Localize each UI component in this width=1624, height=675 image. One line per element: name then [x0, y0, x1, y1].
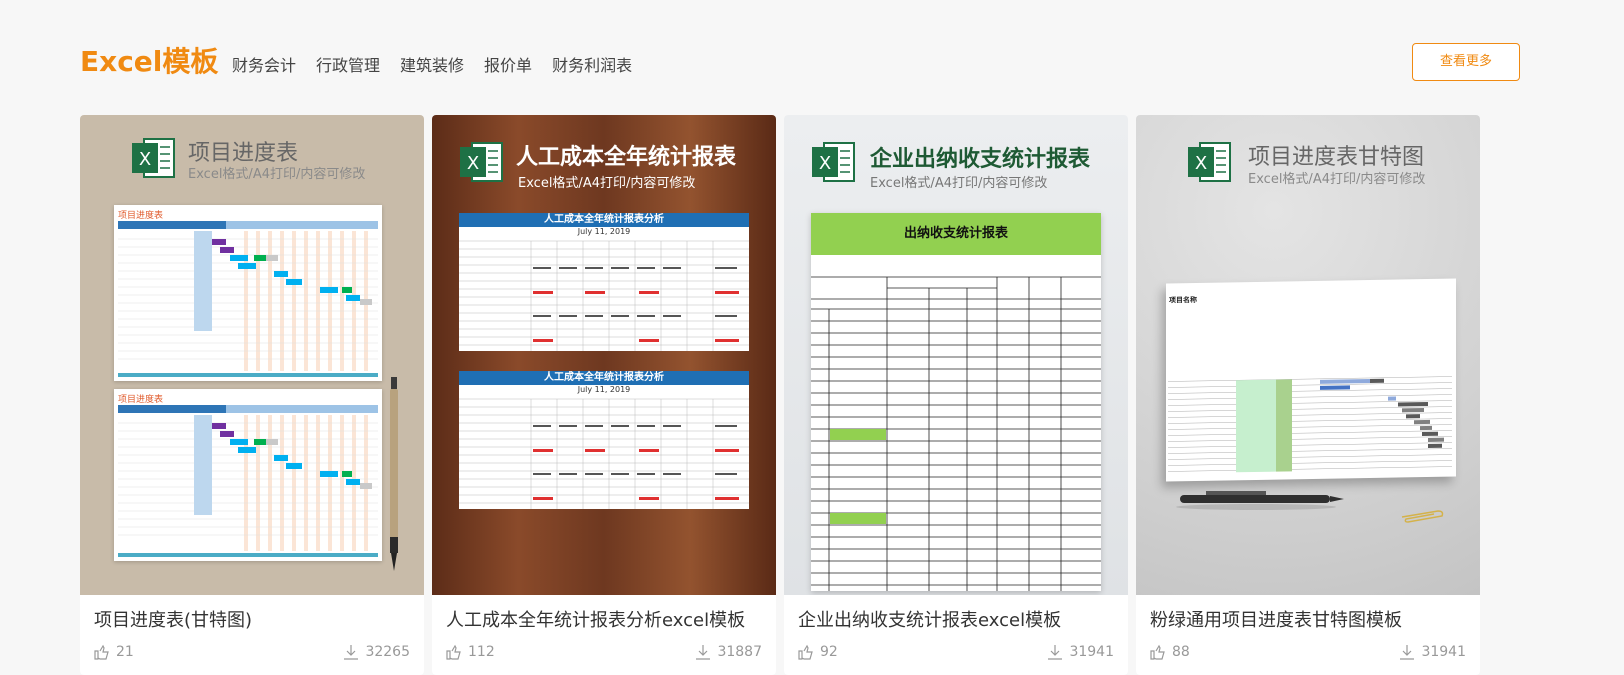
category-link[interactable]: 建筑装修 — [400, 52, 464, 76]
download-icon — [1400, 645, 1415, 660]
sheet-title: 出纳收支统计报表 — [811, 213, 1101, 255]
template-grid: X 项目进度表 Excel格式/A4打印/内容可修改 项目进度表 项目进度表 项… — [80, 115, 1520, 675]
excel-icon: X — [1188, 142, 1231, 182]
sheet-preview: 项目名称 — [1166, 278, 1456, 482]
sheet-preview: 项目进度表 — [114, 389, 382, 561]
template-card[interactable]: X 项目进度表甘特图 Excel格式/A4打印/内容可修改 项目名称 粉绿通用项… — [1136, 115, 1480, 675]
like-button[interactable]: 88 — [1150, 644, 1190, 660]
table-grid — [459, 240, 749, 351]
category-link[interactable]: 财务利润表 — [552, 52, 632, 76]
sheet-preview: 项目进度表 — [114, 205, 382, 381]
thumbs-up-icon — [94, 644, 109, 660]
template-meta: 21 32265 — [94, 644, 410, 664]
download-button[interactable]: 31941 — [1047, 644, 1114, 660]
template-meta: 88 31941 — [1150, 644, 1466, 664]
download-count: 32265 — [365, 644, 410, 660]
download-count: 31887 — [717, 644, 762, 660]
thumbnail-subtitle: Excel格式/A4打印/内容可修改 — [188, 167, 366, 182]
like-button[interactable]: 21 — [94, 644, 134, 660]
download-button[interactable]: 32265 — [343, 644, 410, 660]
section-title[interactable]: Excel模板 — [80, 40, 218, 80]
sheet-date: July 11, 2019 — [577, 385, 631, 394]
template-title[interactable]: 粉绿通用项目进度表甘特图模板 — [1150, 606, 1402, 632]
sheet-title: 人工成本全年统计报表分析 — [459, 371, 749, 385]
thumbnail-title: 企业出纳收支统计报表 — [870, 147, 1091, 172]
thumbnail-title: 项目进度表甘特图 — [1248, 145, 1425, 170]
table-grid — [459, 398, 749, 509]
category-link[interactable]: 报价单 — [484, 52, 532, 76]
template-meta: 112 31887 — [446, 644, 762, 664]
template-card[interactable]: X 企业出纳收支统计报表 Excel格式/A4打印/内容可修改 出纳收支统计报表 — [784, 115, 1128, 675]
template-card[interactable]: X 人工成本全年统计报表 Excel格式/A4打印/内容可修改 人工成本全年统计… — [432, 115, 776, 675]
category-link[interactable]: 行政管理 — [316, 52, 380, 76]
template-thumbnail[interactable]: X 项目进度表甘特图 Excel格式/A4打印/内容可修改 项目名称 — [1136, 115, 1480, 595]
sheet-preview: 人工成本全年统计报表分析 July 11, 2019 — [459, 371, 749, 509]
template-thumbnail[interactable]: X 人工成本全年统计报表 Excel格式/A4打印/内容可修改 人工成本全年统计… — [432, 115, 776, 595]
like-count: 88 — [1172, 644, 1190, 660]
category-link[interactable]: 财务会计 — [232, 52, 296, 76]
svg-text:X: X — [139, 149, 151, 170]
template-card[interactable]: X 项目进度表 Excel格式/A4打印/内容可修改 项目进度表 项目进度表 项… — [80, 115, 424, 675]
gantt-chart-preview — [118, 221, 378, 377]
download-count: 31941 — [1421, 644, 1466, 660]
sheet-preview: 出纳收支统计报表 — [811, 213, 1101, 591]
download-icon — [344, 645, 359, 660]
section-header: Excel模板 财务会计 行政管理 建筑装修 报价单 财务利润表 查看更多 — [80, 40, 1520, 84]
excel-icon: X — [812, 142, 855, 182]
download-icon — [1048, 645, 1063, 660]
template-thumbnail[interactable]: X 项目进度表 Excel格式/A4打印/内容可修改 项目进度表 项目进度表 — [80, 115, 424, 595]
paperclip-illustration — [1401, 510, 1444, 523]
template-title[interactable]: 企业出纳收支统计报表excel模板 — [798, 606, 1061, 632]
thumbnail-subtitle: Excel格式/A4打印/内容可修改 — [518, 176, 696, 191]
template-thumbnail[interactable]: X 企业出纳收支统计报表 Excel格式/A4打印/内容可修改 出纳收支统计报表 — [784, 115, 1128, 595]
download-count: 31941 — [1069, 644, 1114, 660]
thumbnail-title: 人工成本全年统计报表 — [516, 145, 737, 170]
template-title[interactable]: 人工成本全年统计报表分析excel模板 — [446, 606, 745, 632]
like-button[interactable]: 92 — [798, 644, 838, 660]
download-button[interactable]: 31887 — [695, 644, 762, 660]
thumbnail-subtitle: Excel格式/A4打印/内容可修改 — [870, 176, 1048, 191]
excel-icon: X — [132, 138, 175, 178]
view-more-button[interactable]: 查看更多 — [1412, 43, 1520, 81]
sheet-date: July 11, 2019 — [577, 227, 631, 236]
thumbs-up-icon — [798, 644, 813, 660]
like-count: 21 — [116, 644, 134, 660]
pen-illustration — [390, 377, 398, 571]
thumbs-up-icon — [446, 644, 461, 660]
download-button[interactable]: 31941 — [1399, 644, 1466, 660]
download-icon — [696, 645, 711, 660]
pen-illustration — [1176, 491, 1344, 510]
sheet-preview: 人工成本全年统计报表分析 July 11, 2019 — [459, 213, 749, 351]
template-title[interactable]: 项目进度表(甘特图) — [94, 606, 252, 632]
thumbnail-subtitle: Excel格式/A4打印/内容可修改 — [1248, 172, 1426, 187]
like-button[interactable]: 112 — [446, 644, 495, 660]
svg-text:X: X — [1195, 153, 1207, 174]
sheet-title: 人工成本全年统计报表分析 — [459, 213, 749, 227]
like-count: 112 — [468, 644, 495, 660]
table-grid — [811, 276, 1101, 591]
category-nav: 财务会计 行政管理 建筑装修 报价单 财务利润表 — [232, 52, 632, 76]
thumbs-up-icon — [1150, 644, 1165, 660]
gantt-chart-preview — [118, 405, 378, 557]
like-count: 92 — [820, 644, 838, 660]
svg-text:X: X — [467, 153, 479, 174]
excel-icon: X — [460, 142, 503, 182]
svg-text:X: X — [819, 153, 831, 174]
gantt-chart-preview — [1168, 376, 1452, 473]
template-meta: 92 31941 — [798, 644, 1114, 664]
